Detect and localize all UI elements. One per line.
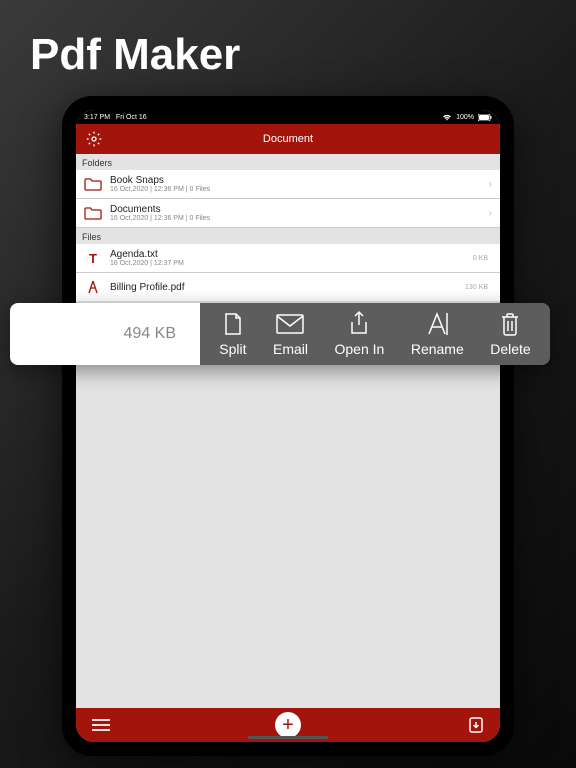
folder-row[interactable]: Documents 16 Oct,2020 | 12:36 PM | 0 Fil… — [76, 199, 500, 228]
folder-icon — [84, 175, 102, 193]
battery-icon — [478, 114, 492, 121]
folders-list: Book Snaps 16 Oct,2020 | 12:36 PM | 0 Fi… — [76, 170, 500, 228]
menu-icon[interactable] — [92, 718, 110, 732]
folder-icon — [84, 204, 102, 222]
email-icon — [275, 311, 305, 337]
files-list: T Agenda.txt 16 Oct,2020 | 12:37 PM 0 KB… — [76, 244, 500, 301]
action-label: Delete — [490, 341, 530, 357]
device-frame: 3:17 PM Fri Oct 16 100% Document Folders — [62, 96, 514, 756]
openin-button[interactable]: Open In — [335, 311, 385, 357]
wifi-icon — [442, 114, 452, 121]
action-label: Rename — [411, 341, 464, 357]
split-icon — [220, 311, 246, 337]
folder-name: Book Snaps — [110, 175, 481, 186]
import-icon[interactable] — [468, 717, 484, 733]
file-name: Billing Profile.pdf — [110, 282, 457, 293]
status-date: Fri Oct 16 — [116, 114, 147, 121]
action-label: Email — [273, 341, 308, 357]
rename-icon — [425, 311, 449, 337]
status-bar: 3:17 PM Fri Oct 16 100% — [76, 110, 500, 124]
trash-icon — [499, 311, 521, 337]
file-size: 130 KB — [465, 284, 488, 291]
status-time: 3:17 PM — [84, 114, 110, 121]
chevron-right-icon: › — [489, 208, 492, 219]
file-row[interactable]: Billing Profile.pdf 130 KB — [76, 273, 500, 301]
gear-icon[interactable] — [86, 131, 102, 147]
pdf-file-icon — [84, 278, 102, 296]
chevron-right-icon: › — [489, 179, 492, 190]
battery-pct: 100% — [456, 114, 474, 121]
split-button[interactable]: Split — [219, 311, 246, 357]
delete-button[interactable]: Delete — [490, 311, 530, 357]
page-title: Document — [263, 133, 313, 145]
sheet-size: 494 KB — [124, 325, 176, 343]
sheet-actions: Split Email Open In Rename Delete — [200, 303, 550, 365]
file-meta: 16 Oct,2020 | 12:37 PM — [110, 260, 465, 267]
section-header-files: Files — [76, 228, 500, 244]
status-left: 3:17 PM Fri Oct 16 — [84, 114, 147, 121]
folder-meta: 16 Oct,2020 | 12:36 PM | 0 Files — [110, 215, 481, 222]
marketing-title: Pdf Maker — [30, 30, 240, 80]
screen: 3:17 PM Fri Oct 16 100% Document Folders — [76, 110, 500, 742]
file-row[interactable]: T Agenda.txt 16 Oct,2020 | 12:37 PM 0 KB — [76, 244, 500, 273]
section-header-folders: Folders — [76, 154, 500, 170]
action-label: Open In — [335, 341, 385, 357]
plus-icon: + — [282, 715, 294, 735]
home-indicator — [248, 736, 328, 739]
action-label: Split — [219, 341, 246, 357]
action-sheet: 494 KB Split Email Open In Rename — [10, 303, 550, 365]
nav-bar: Document — [76, 124, 500, 154]
email-button[interactable]: Email — [273, 311, 308, 357]
sheet-info: 494 KB — [10, 303, 200, 365]
folder-meta: 16 Oct,2020 | 12:36 PM | 0 Files — [110, 186, 481, 193]
share-icon — [347, 311, 371, 337]
txt-file-icon: T — [84, 249, 102, 267]
folder-name: Documents — [110, 204, 481, 215]
file-size: 0 KB — [473, 255, 488, 262]
status-right: 100% — [442, 114, 492, 121]
file-name: Agenda.txt — [110, 249, 465, 260]
add-button[interactable]: + — [275, 712, 301, 738]
rename-button[interactable]: Rename — [411, 311, 464, 357]
folder-row[interactable]: Book Snaps 16 Oct,2020 | 12:36 PM | 0 Fi… — [76, 170, 500, 199]
